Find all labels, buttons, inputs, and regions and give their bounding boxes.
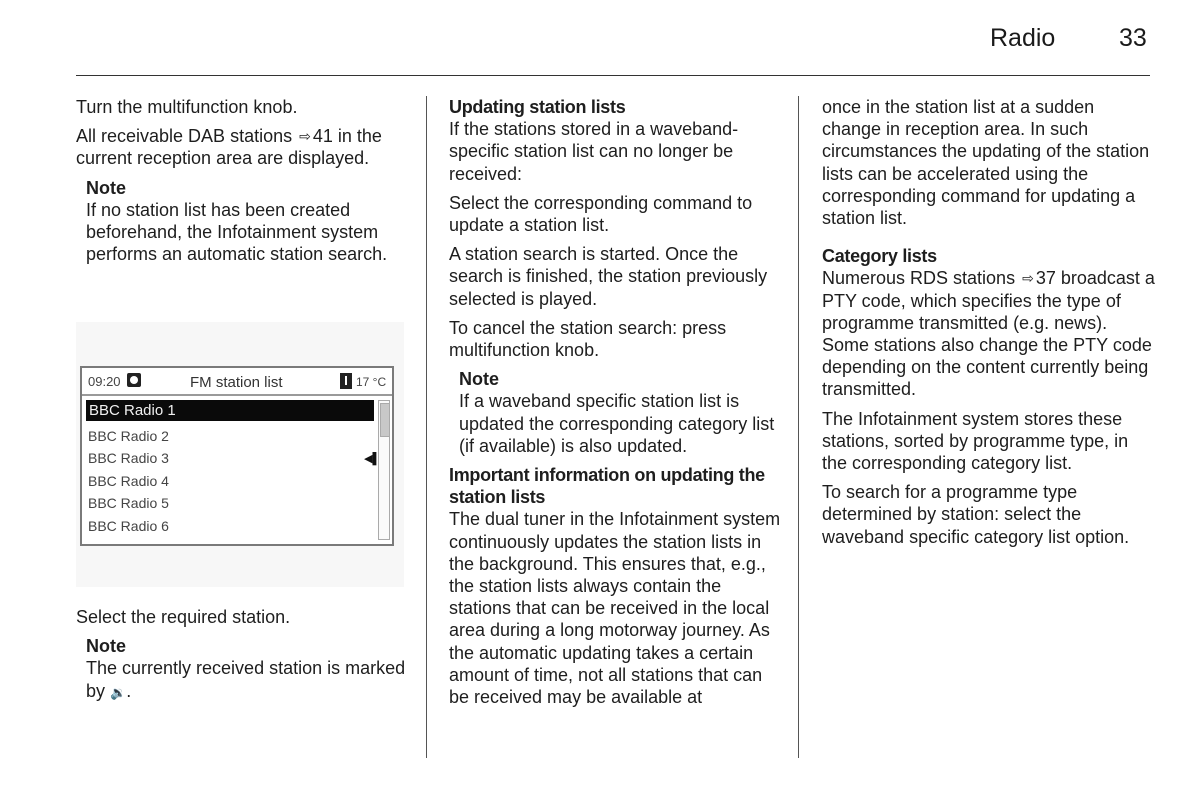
paragraph: Select the corresponding command to upda… bbox=[449, 192, 753, 236]
speaker-icon: 🔉 bbox=[110, 684, 127, 700]
station-list-item[interactable]: BBC Radio 4 bbox=[88, 473, 169, 489]
paragraph-text: All receivable DAB stations bbox=[76, 126, 293, 147]
station-list-item[interactable]: BBC Radio 3 bbox=[88, 450, 169, 466]
note-text-end: . bbox=[126, 680, 132, 701]
note-text-body: The currently received station is marked… bbox=[86, 658, 406, 701]
thermometer-icon bbox=[340, 373, 352, 389]
column-2: Updating station lists If the stations s… bbox=[449, 96, 784, 715]
paragraph: The dual tuner in the Infotainment syste… bbox=[449, 509, 781, 708]
note-title: Note bbox=[459, 369, 499, 390]
note-text: If a waveband specific station list is u… bbox=[459, 391, 775, 456]
scrollbar-thumb[interactable] bbox=[380, 403, 390, 437]
paragraph: Numerous RDS stations ⇨ 37 broadcast a PT… bbox=[822, 267, 1157, 400]
station-list-scrollbar[interactable] bbox=[378, 400, 390, 540]
cross-reference-arrow-icon: ⇨ bbox=[1022, 270, 1034, 287]
station-list-item[interactable]: BBC Radio 2 bbox=[88, 428, 169, 444]
page-reference-link[interactable]: 41 bbox=[313, 126, 333, 146]
note-box: Note If a waveband specific station list… bbox=[459, 368, 784, 457]
section-title: Radio bbox=[990, 24, 1056, 52]
paragraph: Turn the multifunction knob. bbox=[76, 97, 298, 117]
paragraph: All receivable DAB stations ⇨ 41 in the c… bbox=[76, 125, 406, 169]
column-3: once in the station list at a sudden cha… bbox=[822, 96, 1157, 555]
note-text: If no station list has been created befo… bbox=[86, 199, 388, 265]
paragraph: To search for a programme type determine… bbox=[822, 482, 1130, 547]
section-heading: Category lists bbox=[822, 246, 937, 267]
note-box: Note The currently received station is m… bbox=[86, 635, 406, 704]
station-list-item[interactable]: BBC Radio 5 bbox=[88, 495, 169, 511]
outside-temperature: 17 °C bbox=[356, 375, 387, 389]
display-status-bar: 09:20 FM station list 17 °C bbox=[82, 368, 392, 396]
page-number: 33 bbox=[1119, 24, 1147, 52]
note-box: Note If no station list has been created… bbox=[86, 177, 406, 266]
note-title: Note bbox=[86, 177, 126, 198]
header-rule bbox=[76, 75, 1150, 76]
column-divider bbox=[426, 96, 427, 758]
display-title: FM station list bbox=[190, 374, 283, 391]
section-heading: Important information on updating the st… bbox=[449, 465, 765, 508]
cross-reference-arrow-icon: ⇨ bbox=[299, 128, 311, 145]
note-title: Note bbox=[86, 636, 126, 657]
clock-icon bbox=[127, 373, 141, 387]
station-list-item[interactable]: BBC Radio 6 bbox=[88, 518, 169, 534]
column-1: Turn the multifunction knob. All receiva… bbox=[76, 96, 406, 272]
paragraph: once in the station list at a sudden cha… bbox=[822, 97, 1150, 229]
paragraph-text: Numerous RDS stations bbox=[822, 268, 1016, 289]
paragraph: Select the required station. bbox=[76, 607, 291, 627]
paragraph: If the stations stored in a waveband-spe… bbox=[449, 119, 739, 184]
column-1-lower: Select the required station. Note The cu… bbox=[76, 606, 406, 711]
paragraph: A station search is started. Once the se… bbox=[449, 244, 768, 309]
section-heading: Updating station lists bbox=[449, 97, 626, 117]
page-reference-link[interactable]: 37 bbox=[1036, 268, 1056, 288]
paragraph: The Infotainment system stores these sta… bbox=[822, 408, 1129, 474]
clock-time: 09:20 bbox=[88, 374, 121, 389]
column-divider bbox=[798, 96, 799, 758]
paragraph: To cancel the station search: press mult… bbox=[449, 317, 727, 361]
note-text: The currently received station is marked… bbox=[86, 657, 406, 703]
infotainment-display: 09:20 FM station list 17 °C BBC Radio 1 … bbox=[80, 366, 394, 546]
station-list-item-selected[interactable]: BBC Radio 1 bbox=[86, 400, 374, 421]
